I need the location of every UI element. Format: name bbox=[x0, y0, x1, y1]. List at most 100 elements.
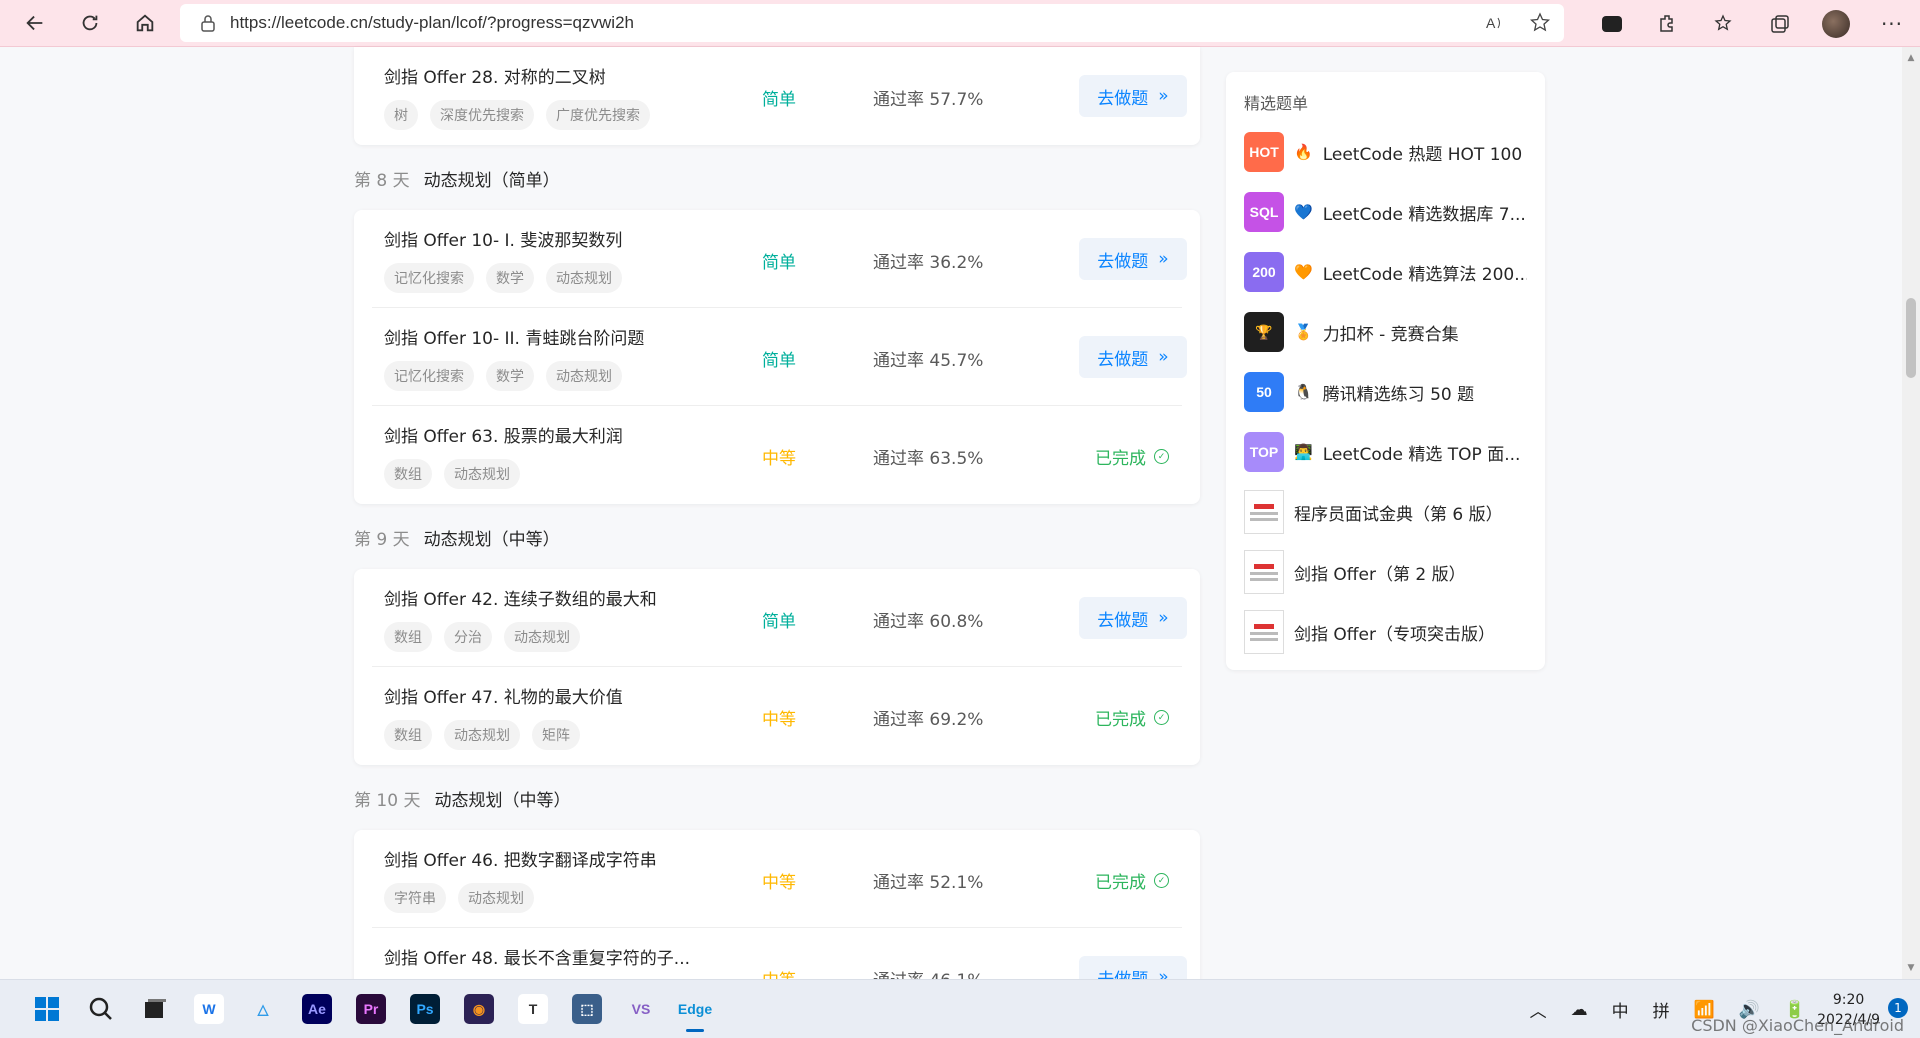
day-header: 第 10 天动态规划（中等） bbox=[354, 765, 1200, 830]
question-card: 剑指 Offer 42. 连续子数组的最大和 数组 分治 动态规划 简单 通过率 60.8… bbox=[354, 569, 1200, 765]
acceptance-rate: 通过率 45.7% bbox=[873, 351, 984, 371]
curated-list-item[interactable]: 50 🐧 腾讯精选练习 50 题 bbox=[1244, 362, 1527, 422]
ime-mode-indicator[interactable]: 拼 bbox=[1653, 997, 1670, 1022]
topic-tag[interactable]: 动态规划 bbox=[458, 883, 534, 913]
taskbar-app[interactable]: ◉ bbox=[452, 984, 506, 1034]
solve-button[interactable]: 去做题 » bbox=[1079, 597, 1187, 639]
topic-tag[interactable]: 矩阵 bbox=[532, 720, 580, 750]
curated-list-item[interactable]: 200 🧡 LeetCode 精选算法 200... bbox=[1244, 242, 1527, 302]
solve-button[interactable]: 去做题 » bbox=[1079, 75, 1187, 117]
check-circle-icon: ✓ bbox=[1154, 710, 1169, 725]
book-cover-line bbox=[1250, 577, 1278, 581]
add-favorite-icon[interactable] bbox=[1530, 12, 1552, 34]
topic-tag[interactable]: 数组 bbox=[384, 720, 432, 750]
ime-language-indicator[interactable]: 中 bbox=[1612, 997, 1629, 1022]
topic-tag[interactable]: 记忆化搜索 bbox=[384, 263, 474, 293]
collections-icon[interactable] bbox=[1752, 0, 1808, 47]
curated-list-item[interactable]: 🏆 🏅 力扣杯 - 竞赛合集 bbox=[1244, 302, 1527, 362]
scroll-thumb[interactable] bbox=[1906, 298, 1916, 378]
curated-list-item[interactable]: HOT 🔥 LeetCode 热题 HOT 100 bbox=[1244, 122, 1527, 182]
topic-tag[interactable]: 动态规划 bbox=[546, 263, 622, 293]
extensions-icon[interactable] bbox=[1640, 0, 1696, 47]
question-title[interactable]: 剑指 Offer 47. 礼物的最大价值 bbox=[384, 683, 623, 708]
day-header: 第 9 天动态规划（中等） bbox=[354, 504, 1200, 569]
topic-tag[interactable]: 数组 bbox=[384, 459, 432, 489]
question-row[interactable]: 剑指 Offer 47. 礼物的最大价值 数组 动态规划 矩阵 中等 通过率 69.2% 已… bbox=[372, 667, 1182, 765]
topic-tag[interactable]: 记忆化搜索 bbox=[384, 361, 474, 391]
topic-tag[interactable]: 动态规划 bbox=[444, 459, 520, 489]
question-row[interactable]: 剑指 Offer 10- II. 青蛙跳台阶问题 记忆化搜索 数学 动态规划 简单 通过率… bbox=[372, 308, 1187, 406]
taskbar-app[interactable]: △ bbox=[236, 984, 290, 1034]
taskbar-app[interactable] bbox=[20, 984, 74, 1034]
question-row[interactable]: 剑指 Offer 63. 股票的最大利润 数组 动态规划 中等 通过率 63.5% 已完成… bbox=[372, 406, 1182, 504]
read-aloud-icon[interactable]: A bbox=[1484, 12, 1506, 34]
topic-tag[interactable]: 字符串 bbox=[384, 883, 446, 913]
question-card: 剑指 Offer 10- I. 斐波那契数列 记忆化搜索 数学 动态规划 简单 通过率 3… bbox=[354, 210, 1200, 504]
topic-tag[interactable]: 分治 bbox=[444, 622, 492, 652]
topic-tag[interactable]: 数学 bbox=[486, 263, 534, 293]
curated-list-item[interactable]: 剑指 Offer（专项突击版） bbox=[1244, 602, 1527, 662]
curated-list-item[interactable]: SQL 💙 LeetCode 精选数据库 7... bbox=[1244, 182, 1527, 242]
question-row[interactable]: 剑指 Offer 10- I. 斐波那契数列 记忆化搜索 数学 动态规划 简单 通过率 3… bbox=[372, 210, 1187, 308]
taskbar-app[interactable]: Ps bbox=[398, 984, 452, 1034]
taskbar-app[interactable]: ⬚ bbox=[560, 984, 614, 1034]
question-title[interactable]: 剑指 Offer 28. 对称的二叉树 bbox=[384, 63, 606, 88]
taskbar-app[interactable] bbox=[128, 984, 182, 1034]
question-title[interactable]: 剑指 Offer 42. 连续子数组的最大和 bbox=[384, 585, 657, 610]
taskbar-app[interactable]: VS bbox=[614, 984, 668, 1034]
list-emoji-icon: 🐧 bbox=[1294, 383, 1313, 401]
eclipse-icon: ◉ bbox=[464, 994, 494, 1024]
curated-list-item[interactable]: 程序员面试金典（第 6 版） bbox=[1244, 482, 1527, 542]
taskbar-app[interactable]: Ae bbox=[290, 984, 344, 1034]
question-row[interactable]: 剑指 Offer 42. 连续子数组的最大和 数组 分治 动态规划 简单 通过率 60.8… bbox=[372, 569, 1187, 667]
topic-tag[interactable]: 动态规划 bbox=[546, 361, 622, 391]
question-row[interactable]: 剑指 Offer 46. 把数字翻译成字符串 字符串 动态规划 中等 通过率 52.1%… bbox=[372, 830, 1182, 928]
search-icon bbox=[86, 994, 116, 1024]
scroll-down-arrow-icon[interactable]: ▼ bbox=[1906, 963, 1916, 973]
visual-studio-icon: VS bbox=[631, 1001, 651, 1017]
topic-tag[interactable]: 动态规划 bbox=[504, 622, 580, 652]
acceptance-rate: 通过率 69.2% bbox=[873, 710, 984, 730]
profile-avatar[interactable] bbox=[1808, 0, 1864, 47]
topic-tag[interactable]: 数组 bbox=[384, 622, 432, 652]
curated-list-item[interactable]: TOP 👨‍💻 LeetCode 精选 TOP 面... bbox=[1244, 422, 1527, 482]
favorites-icon[interactable] bbox=[1696, 0, 1752, 47]
solve-button[interactable]: 去做题 » bbox=[1079, 238, 1187, 280]
curated-list-label: LeetCode 精选 TOP 面... bbox=[1322, 444, 1521, 465]
check-circle-icon: ✓ bbox=[1154, 449, 1169, 464]
topic-tag[interactable]: 广度优先搜索 bbox=[546, 100, 650, 130]
solve-button[interactable]: 去做题 » bbox=[1079, 336, 1187, 378]
address-bar[interactable]: https://leetcode.cn/study-plan/lcof/?pro… bbox=[180, 4, 1564, 42]
taskbar-app[interactable]: T bbox=[506, 984, 560, 1034]
question-title[interactable]: 剑指 Offer 10- I. 斐波那契数列 bbox=[384, 226, 622, 251]
solve-button-label: 去做题 bbox=[1097, 610, 1149, 631]
question-row[interactable]: 剑指 Offer 28. 对称的二叉树树深度优先搜索 广度优先搜索 简单 通过率 57… bbox=[372, 47, 1187, 145]
refresh-button[interactable] bbox=[70, 3, 110, 43]
scroll-up-arrow-icon[interactable]: ▲ bbox=[1906, 53, 1916, 63]
extension-app-icon[interactable] bbox=[1584, 0, 1640, 47]
topic-tag[interactable]: 树 bbox=[384, 100, 418, 130]
curated-list-item[interactable]: 剑指 Offer（第 2 版） bbox=[1244, 542, 1527, 602]
double-chevron-right-icon: » bbox=[1158, 249, 1169, 269]
more-menu-icon[interactable]: ··· bbox=[1864, 0, 1920, 47]
show-hidden-icons-chevron-icon[interactable]: ︿ bbox=[1530, 997, 1547, 1022]
question-title[interactable]: 剑指 Offer 63. 股票的最大利润 bbox=[384, 422, 623, 447]
topic-tag[interactable]: 深度优先搜索 bbox=[430, 100, 534, 130]
book-cover-line bbox=[1250, 571, 1278, 575]
question-title[interactable]: 剑指 Offer 46. 把数字翻译成字符串 bbox=[384, 846, 657, 871]
taskbar-app[interactable]: Pr bbox=[344, 984, 398, 1034]
url-text[interactable]: https://leetcode.cn/study-plan/lcof/?pro… bbox=[230, 13, 634, 33]
back-button[interactable] bbox=[15, 3, 55, 43]
topic-tag[interactable]: 数学 bbox=[486, 361, 534, 391]
question-title[interactable]: 剑指 Offer 48. 最长不含重复字符的子... bbox=[384, 944, 690, 969]
question-title[interactable]: 剑指 Offer 10- II. 青蛙跳台阶问题 bbox=[384, 324, 644, 349]
topic-tag[interactable]: 动态规划 bbox=[444, 720, 520, 750]
taskbar-app[interactable]: Edge bbox=[668, 984, 722, 1034]
home-button[interactable] bbox=[125, 3, 165, 43]
notification-badge[interactable]: 1 bbox=[1888, 998, 1908, 1018]
network-status-icon[interactable]: ☁ bbox=[1571, 1000, 1588, 1020]
page-scrollbar[interactable]: ▲ ▼ bbox=[1902, 47, 1920, 979]
back-arrow-icon bbox=[26, 15, 43, 31]
taskbar-app[interactable] bbox=[74, 984, 128, 1034]
taskbar-app[interactable]: W bbox=[182, 984, 236, 1034]
